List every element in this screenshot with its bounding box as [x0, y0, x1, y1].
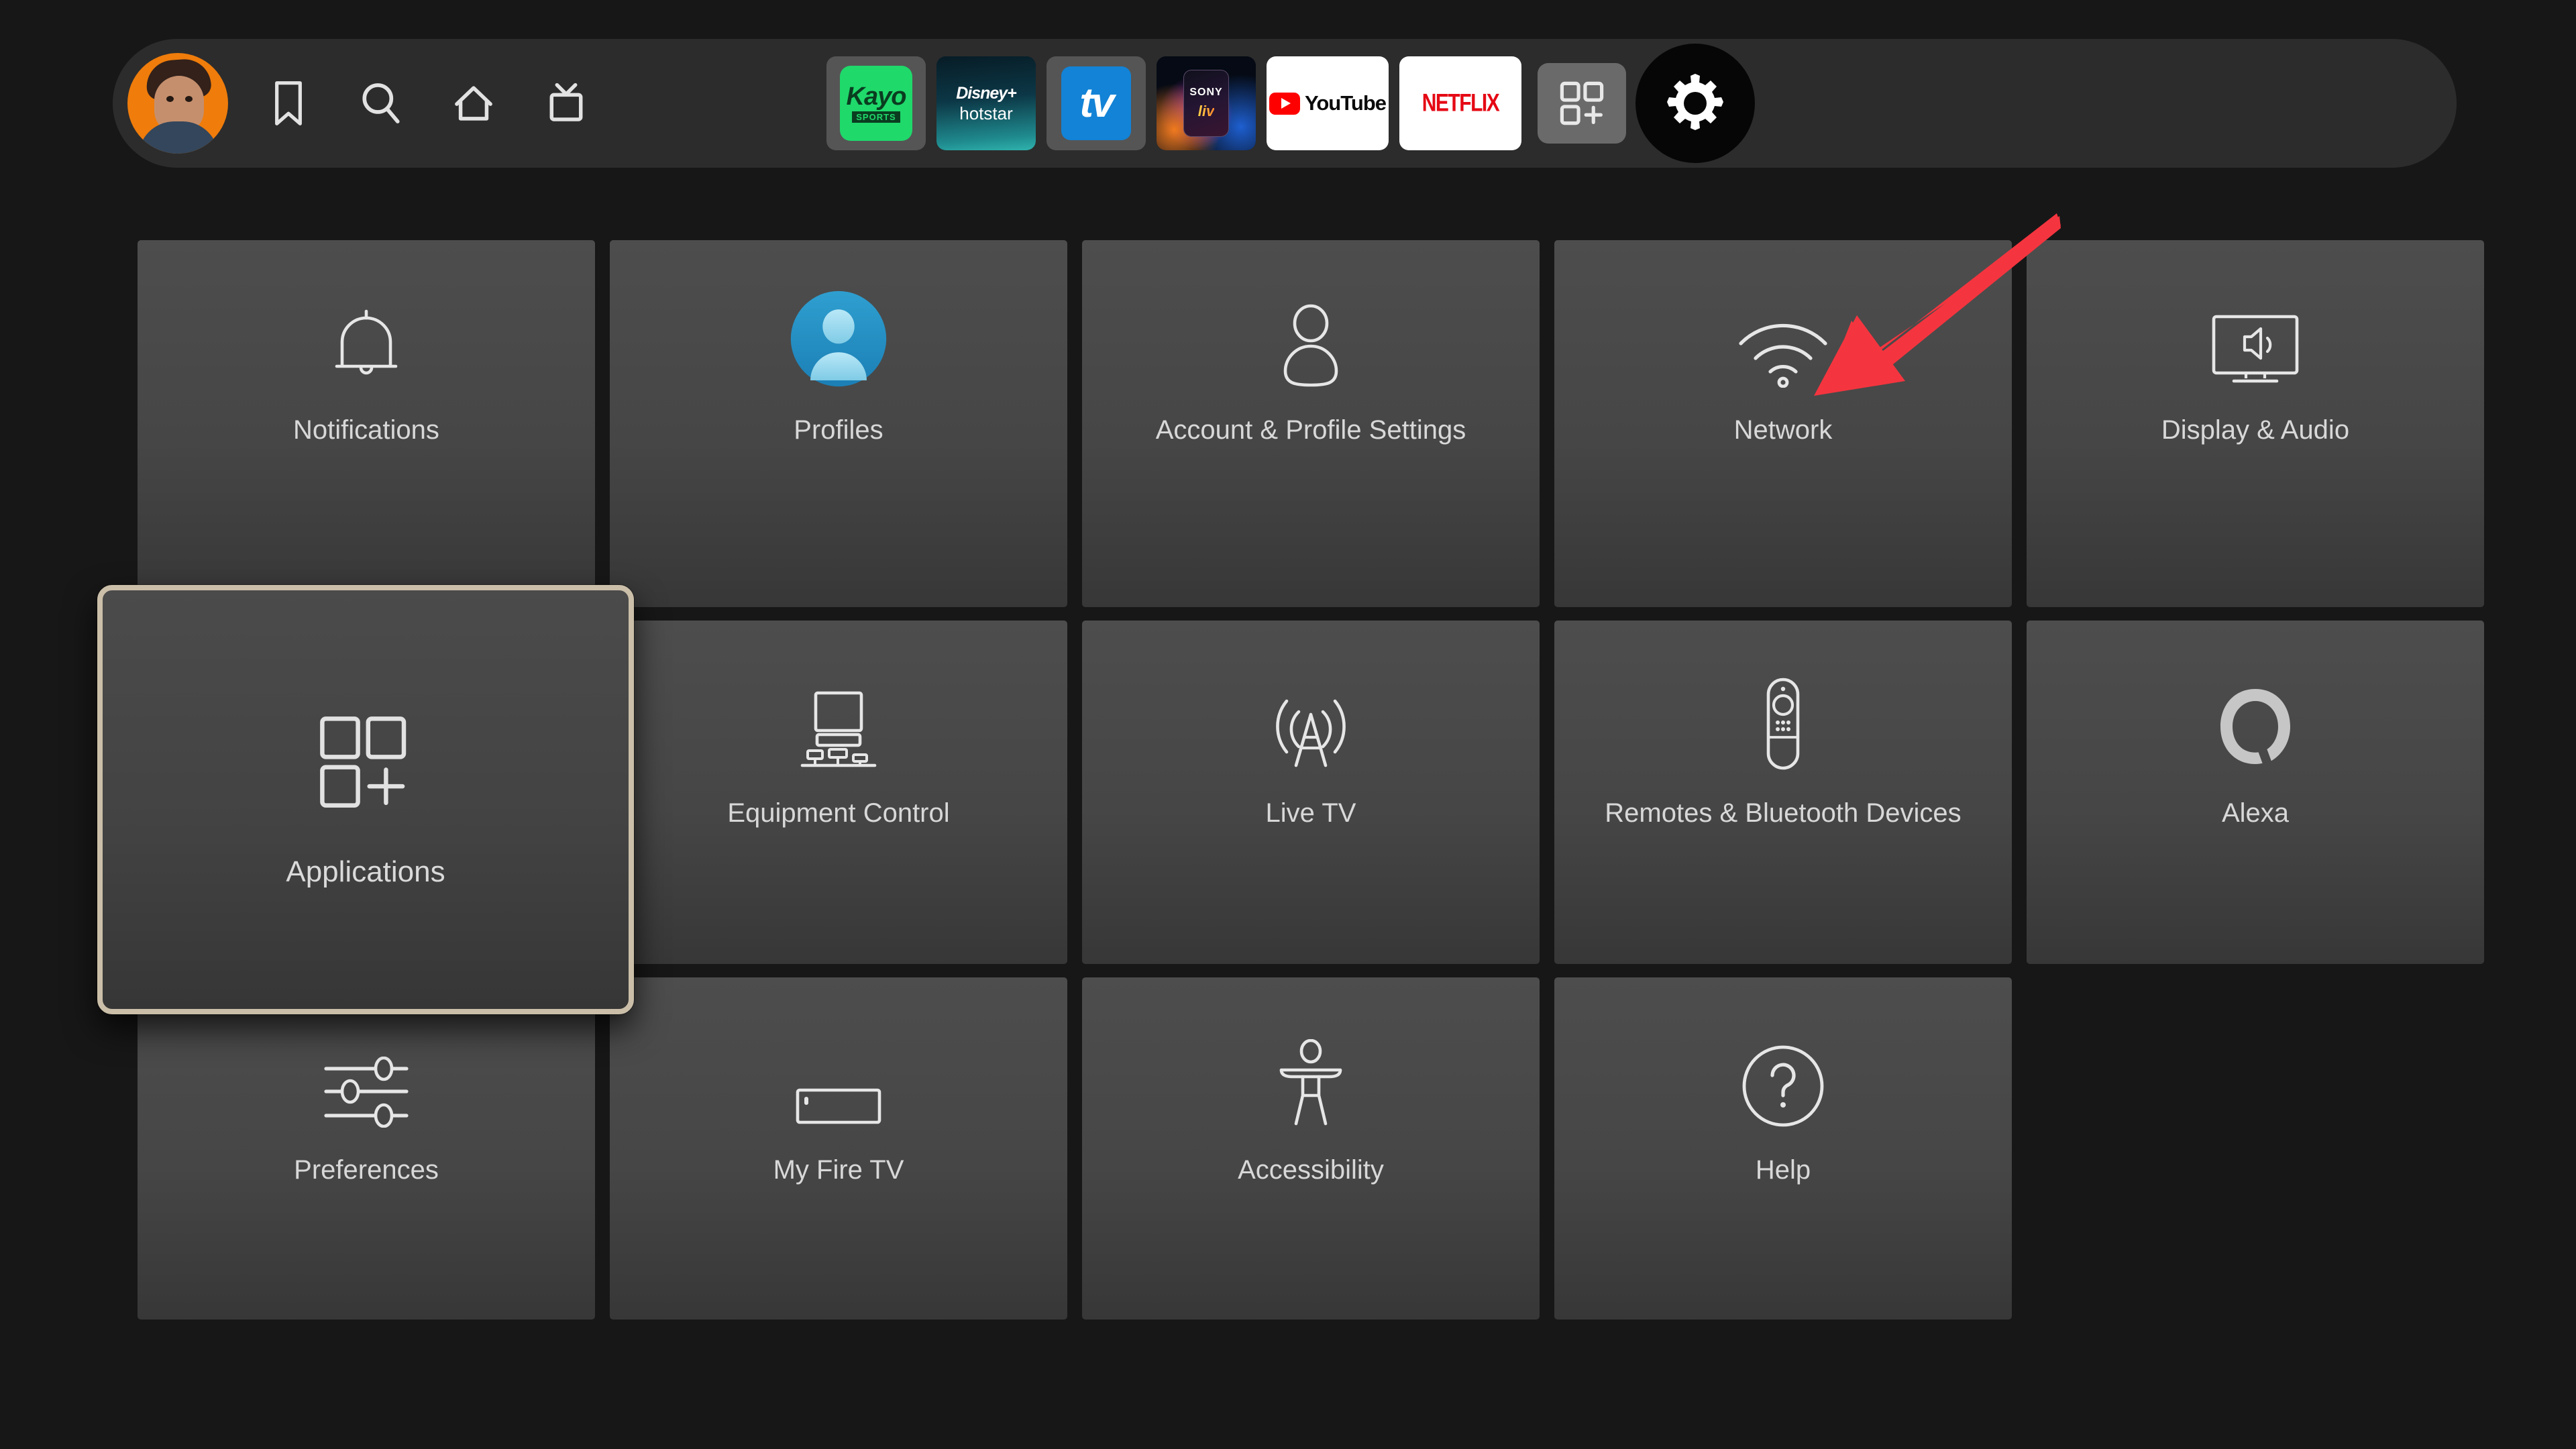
app-shortcuts-strip: Kayo SPORTS Disney+ hotstar tv SONY liv	[826, 56, 1521, 150]
red-pointer-arrow	[1814, 213, 2061, 396]
settings-tile-profiles[interactable]: Profiles	[610, 240, 1067, 607]
settings-tile-label: Live TV	[1265, 798, 1356, 828]
settings-tile-preferences[interactable]: Preferences	[138, 977, 595, 1320]
fire-stick-icon	[795, 977, 882, 1132]
question-mark-icon	[1741, 977, 1825, 1132]
settings-tile-label: Alexa	[2221, 798, 2290, 828]
settings-tile-label: Notifications	[293, 415, 439, 445]
settings-tile-label: Accessibility	[1238, 1155, 1384, 1185]
settings-tile-label: Applications	[286, 855, 445, 888]
settings-tile-applications[interactable]: Applications	[97, 585, 634, 1014]
sony-liv-app[interactable]: SONY liv	[1157, 56, 1256, 150]
gear-icon	[1667, 74, 1723, 130]
settings-tile-label: Display & Audio	[2161, 415, 2350, 445]
settings-tile-alexa[interactable]: Alexa	[2027, 621, 2484, 964]
settings-tile-equipment-control[interactable]: Equipment Control	[610, 621, 1067, 964]
settings-tile-accessibility[interactable]: Accessibility	[1082, 977, 1540, 1320]
alexa-ring-icon	[2212, 621, 2298, 775]
settings-tile-label: My Fire TV	[773, 1155, 904, 1185]
kayo-sports-app[interactable]: Kayo SPORTS	[826, 56, 926, 150]
settings-tile-label: Profiles	[794, 415, 883, 445]
netflix-app[interactable]: NETFLIX	[1399, 56, 1521, 150]
youtube-app[interactable]: YouTube	[1267, 56, 1389, 150]
apps-grid-icon	[315, 711, 417, 816]
settings-tile-account[interactable]: Account & Profile Settings	[1082, 240, 1540, 607]
kayo-sublabel: SPORTS	[852, 111, 900, 123]
user-avatar[interactable]	[127, 53, 228, 154]
tv-label: tv	[1061, 66, 1131, 140]
settings-tile-my-fire-tv[interactable]: My Fire TV	[610, 977, 1067, 1320]
search-icon[interactable]	[349, 71, 413, 136]
live-tv-icon[interactable]	[534, 71, 598, 136]
settings-tile-live-tv[interactable]: Live TV	[1082, 621, 1540, 964]
profile-avatar-icon	[790, 240, 888, 392]
tv-app[interactable]: tv	[1046, 56, 1146, 150]
kayo-label: Kayo	[846, 83, 907, 111]
settings-gear-button[interactable]	[1635, 44, 1755, 163]
settings-tile-notifications[interactable]: Notifications	[138, 240, 595, 607]
hotstar-label: hotstar	[959, 103, 1013, 123]
top-navigation-bar: Kayo SPORTS Disney+ hotstar tv SONY liv	[113, 39, 2457, 168]
settings-tile-remotes[interactable]: Remotes & Bluetooth Devices	[1554, 621, 2012, 964]
settings-tile-help[interactable]: Help	[1554, 977, 2012, 1320]
person-icon	[1271, 240, 1351, 392]
antenna-tower-icon	[1269, 621, 1352, 775]
settings-tile-label: Help	[1755, 1155, 1811, 1185]
netflix-label: NETFLIX	[1421, 89, 1500, 117]
settings-tile-display-audio[interactable]: Display & Audio	[2027, 240, 2484, 607]
apps-grid-button[interactable]	[1538, 63, 1626, 144]
bell-icon	[326, 240, 407, 392]
youtube-label: YouTube	[1305, 91, 1387, 115]
accessibility-icon	[1273, 977, 1348, 1132]
remote-control-icon	[1758, 621, 1809, 775]
youtube-play-icon	[1269, 92, 1300, 115]
settings-tile-label: Remotes & Bluetooth Devices	[1605, 798, 1962, 828]
equipment-icon	[797, 621, 880, 775]
fire-tv-settings-screen: Kayo SPORTS Disney+ hotstar tv SONY liv	[0, 0, 2576, 1449]
settings-row-3: Preferences My Fire TV Accessibility Hel…	[138, 977, 2484, 1320]
settings-tile-label: Equipment Control	[727, 798, 950, 828]
home-icon[interactable]	[441, 71, 506, 136]
settings-row-1: Notifications Profiles Account & Profile…	[138, 240, 2484, 607]
sony-label: SONY	[1189, 87, 1223, 98]
liv-label: liv	[1197, 103, 1215, 119]
disney-hotstar-app[interactable]: Disney+ hotstar	[936, 56, 1036, 150]
settings-tile-label: Preferences	[294, 1155, 439, 1185]
settings-tile-label: Account & Profile Settings	[1155, 415, 1466, 445]
tv-speaker-icon	[2210, 240, 2301, 392]
disney-label: Disney+	[956, 83, 1017, 103]
bookmark-icon[interactable]	[256, 71, 321, 136]
